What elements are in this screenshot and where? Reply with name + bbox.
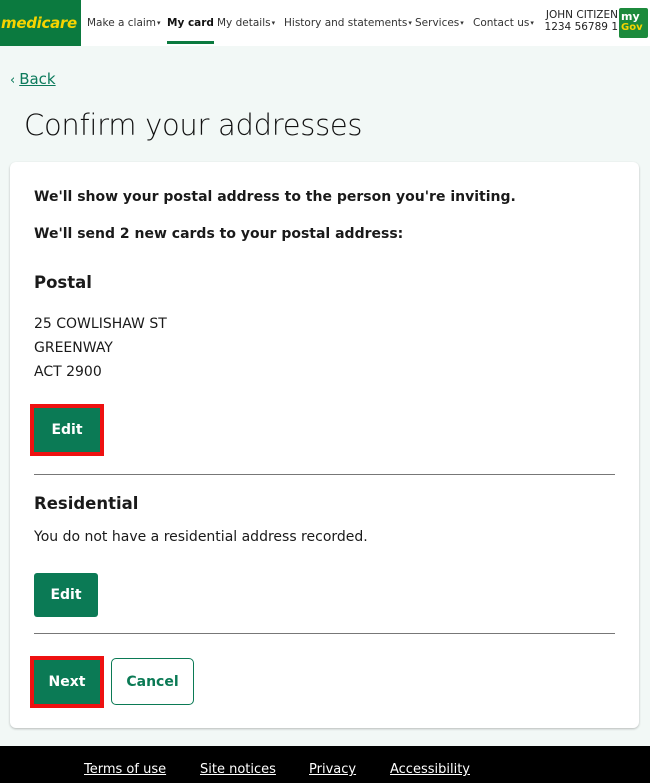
nav-my-card[interactable]: My card [167, 0, 214, 46]
footer-link-privacy[interactable]: Privacy [309, 762, 356, 777]
nav-my-details[interactable]: My details▾ [217, 0, 275, 46]
back-link-label[interactable]: Back [19, 70, 55, 88]
chevron-down-icon: ▾ [157, 19, 161, 27]
top-navigation-bar: medicare Make a claim▾ My card My detail… [0, 0, 650, 46]
footer-link-terms-of-use[interactable]: Terms of use [84, 762, 166, 777]
postal-address-line: GREENWAY [34, 340, 113, 356]
divider [34, 474, 615, 475]
medicare-card-number: 1234 56789 1 [544, 21, 618, 33]
footer: Terms of use Site notices Privacy Access… [0, 746, 650, 783]
postal-address: 25 COWLISHAW ST GREENWAY ACT 2900 [34, 312, 167, 384]
intro-postal-visibility: We'll show your postal address to the pe… [34, 189, 516, 205]
chevron-down-icon: ▾ [460, 19, 464, 27]
footer-link-accessibility[interactable]: Accessibility [390, 762, 470, 777]
intro-cards-sent: We'll send 2 new cards to your postal ad… [34, 226, 404, 242]
nav-services[interactable]: Services▾ [415, 0, 464, 46]
back-link[interactable]: ‹ Back [10, 70, 56, 88]
postal-address-line: ACT 2900 [34, 364, 102, 380]
medicare-logo[interactable]: medicare [0, 0, 81, 46]
next-button[interactable]: Next [30, 656, 104, 708]
cancel-button[interactable]: Cancel [111, 658, 194, 705]
postal-address-line: 25 COWLISHAW ST [34, 316, 167, 332]
footer-link-site-notices[interactable]: Site notices [200, 762, 276, 777]
residential-heading: Residential [34, 494, 139, 513]
edit-residential-button[interactable]: Edit [34, 573, 98, 617]
divider [34, 633, 615, 634]
chevron-down-icon: ▾ [408, 19, 412, 27]
postal-heading: Postal [34, 273, 92, 292]
page-title: Confirm your addresses [24, 108, 363, 142]
user-info[interactable]: JOHN CITIZEN 1234 56789 1 [545, 9, 618, 33]
mygov-logo[interactable]: my Gov [619, 8, 648, 38]
chevron-down-icon: ▾ [530, 19, 534, 27]
nav-contact-us[interactable]: Contact us▾ [473, 0, 534, 46]
nav-make-a-claim[interactable]: Make a claim▾ [87, 0, 161, 46]
nav-history-and-statements[interactable]: History and statements▾ [284, 0, 412, 46]
chevron-down-icon: ▾ [271, 19, 276, 27]
address-card: We'll show your postal address to the pe… [10, 162, 639, 728]
edit-postal-button[interactable]: Edit [30, 404, 104, 456]
residential-status-text: You do not have a residential address re… [34, 529, 368, 545]
user-name: JOHN CITIZEN [545, 9, 618, 21]
chevron-left-icon: ‹ [10, 73, 16, 88]
